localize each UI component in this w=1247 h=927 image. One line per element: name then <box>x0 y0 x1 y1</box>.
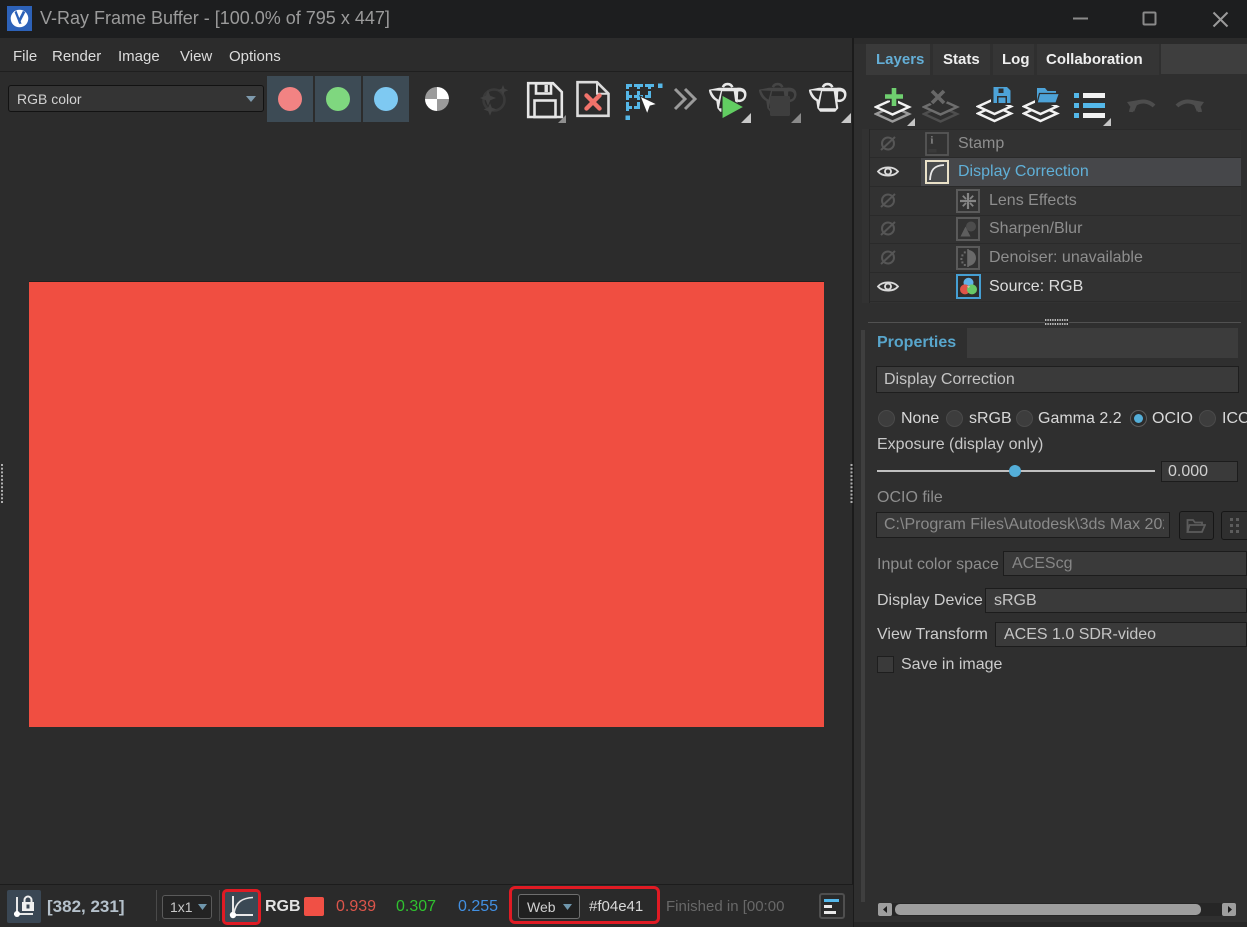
svg-text:i: i <box>931 136 934 147</box>
